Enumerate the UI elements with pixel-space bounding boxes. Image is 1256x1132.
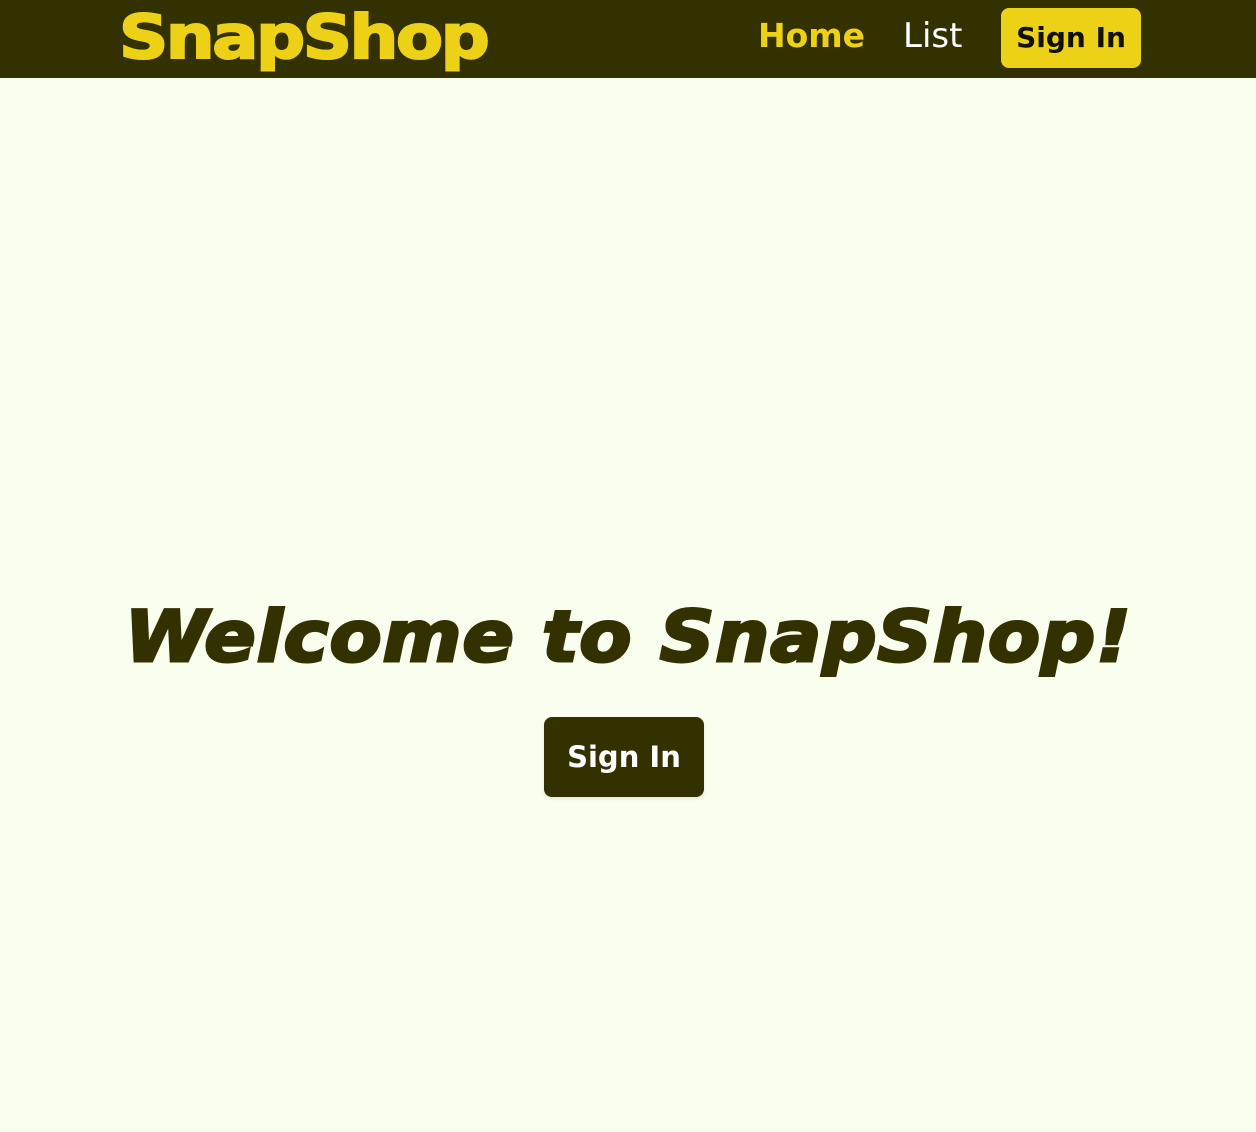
- hero-title: Welcome to SnapShop!: [0, 592, 1256, 682]
- hero-sign-in-button[interactable]: Sign In: [544, 717, 704, 797]
- nav-link-list[interactable]: List: [903, 14, 962, 58]
- nav-link-home[interactable]: Home: [758, 14, 865, 58]
- header-sign-in-button[interactable]: Sign In: [1001, 8, 1141, 68]
- top-navbar: SnapShop Home List Sign In: [0, 0, 1256, 78]
- logo[interactable]: SnapShop: [118, 0, 491, 74]
- hero-title-text: Welcome to SnapShop!: [123, 595, 1132, 680]
